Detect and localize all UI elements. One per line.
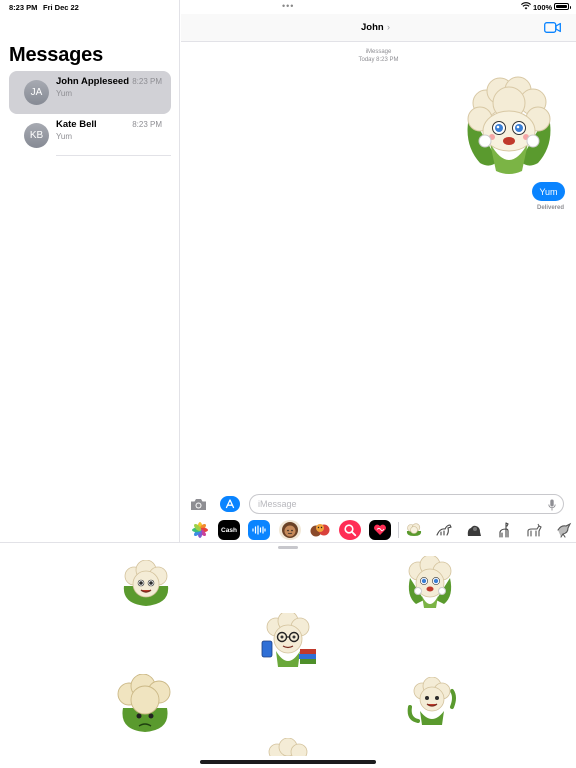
- apple-cash-label: Cash: [221, 526, 237, 534]
- messages-app-screen: 8:23 PM Fri Dec 22 ••• 100% Messages JA …: [0, 0, 576, 768]
- conversation-time: 8:23 PM: [132, 77, 162, 86]
- animoji-app-icon[interactable]: [309, 520, 331, 540]
- imessage-app-strip: Cash: [181, 518, 576, 542]
- service-label: iMessage: [365, 49, 392, 55]
- chat-header: John ›: [181, 14, 576, 42]
- message-bubble-outgoing[interactable]: Yum: [532, 182, 565, 201]
- microphone-icon[interactable]: [548, 499, 556, 511]
- avatar: KB: [24, 123, 49, 148]
- status-time: 8:23 PM: [9, 3, 38, 12]
- cauliflower-stickers-app-icon[interactable]: [403, 520, 425, 540]
- app-store-icon[interactable]: [220, 496, 240, 512]
- dinosaur-stickers-app-icon[interactable]: [433, 520, 455, 540]
- video-camera-icon[interactable]: [544, 22, 561, 33]
- message-input[interactable]: iMessage: [249, 494, 564, 514]
- sticker-drawer: [0, 542, 576, 768]
- gorilla-stickers-app-icon[interactable]: [463, 520, 485, 540]
- cauliflower-sad-sticker[interactable]: [115, 674, 175, 734]
- more-dots-icon[interactable]: •••: [282, 1, 294, 11]
- memoji-app-icon[interactable]: [279, 520, 301, 540]
- divider: [56, 155, 171, 156]
- llama-stickers-app-icon[interactable]: [493, 520, 515, 540]
- cauliflower-cheering-icon[interactable]: [460, 73, 558, 177]
- home-indicator[interactable]: [200, 760, 376, 764]
- message-timestamp: Today 8:23 PM: [358, 57, 399, 63]
- delivery-status: Delivered: [536, 205, 564, 211]
- avatar: JA: [24, 80, 49, 105]
- divider: [398, 522, 399, 538]
- message-composer: iMessage: [181, 490, 576, 518]
- conversation-name: John Appleseed: [56, 76, 130, 87]
- conversation-name: Kate Bell: [56, 119, 97, 130]
- bird-stickers-app-icon[interactable]: [553, 520, 575, 540]
- digital-touch-app-icon[interactable]: [369, 520, 391, 540]
- contact-name-button[interactable]: John: [361, 22, 384, 33]
- search-images-app-icon[interactable]: [339, 520, 361, 540]
- apple-cash-app-icon[interactable]: Cash: [218, 520, 240, 540]
- sidebar-title: Messages: [9, 44, 104, 66]
- status-date: Fri Dec 22: [43, 3, 79, 12]
- cauliflower-reading-sticker[interactable]: [258, 613, 318, 671]
- camera-icon[interactable]: [190, 498, 207, 511]
- cauliflower-cheering-sticker[interactable]: [404, 556, 456, 610]
- conversation-list-sidebar: Messages JA John Appleseed 8:23 PM Yum K…: [0, 0, 180, 542]
- cauliflower-waving-sticker[interactable]: [406, 677, 458, 727]
- battery-icon: [554, 3, 571, 10]
- conversation-preview: Yum: [56, 89, 73, 98]
- status-bar: 8:23 PM Fri Dec 22 ••• 100%: [0, 0, 576, 14]
- conversation-row-kate-bell[interactable]: KB Kate Bell 8:23 PM Yum: [9, 114, 171, 157]
- chevron-right-icon[interactable]: ›: [387, 22, 390, 32]
- photos-app-icon[interactable]: [189, 520, 211, 540]
- audio-message-app-icon[interactable]: [248, 520, 270, 540]
- cauliflower-partial-sticker[interactable]: [267, 738, 309, 756]
- cauliflower-smiling-sticker[interactable]: [120, 560, 172, 608]
- conversation-row-john-appleseed[interactable]: JA John Appleseed 8:23 PM Yum: [9, 71, 171, 114]
- battery-percent: 100%: [533, 3, 553, 12]
- wifi-icon: [521, 2, 531, 10]
- conversation-time: 8:23 PM: [132, 120, 162, 129]
- conversation-preview: Yum: [56, 132, 73, 141]
- drawer-grabber[interactable]: [278, 546, 298, 549]
- battery-level: [556, 5, 567, 8]
- goat-stickers-app-icon[interactable]: [523, 520, 545, 540]
